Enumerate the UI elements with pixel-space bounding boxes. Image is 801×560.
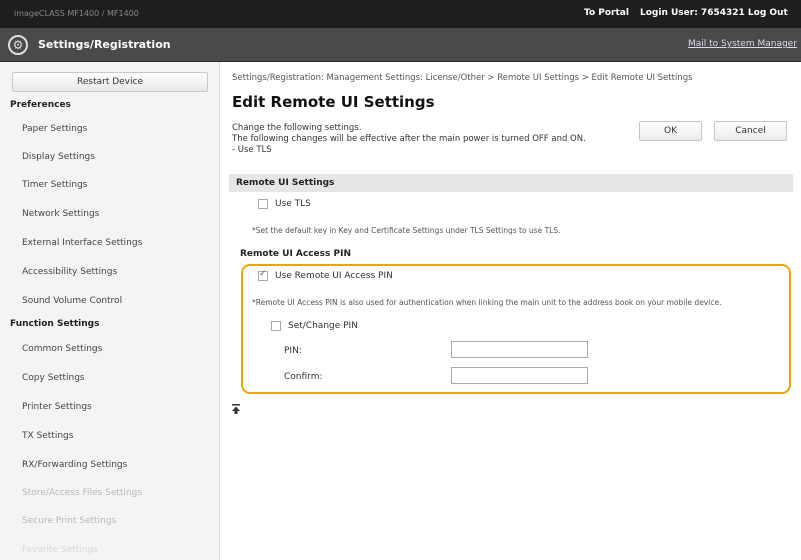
sidebar-item-display-settings[interactable]: Display Settings [22,152,95,162]
sidebar-item-paper-settings[interactable]: Paper Settings [22,124,87,134]
description-line: Change the following settings. [232,123,362,133]
sidebar-item-external-interface-settings[interactable]: External Interface Settings [22,238,142,248]
sidebar-item-accessibility-settings[interactable]: Accessibility Settings [22,267,117,277]
confirm-label: Confirm: [284,372,323,382]
page-title: Edit Remote UI Settings [232,93,435,111]
set-change-pin-checkbox[interactable] [271,321,281,331]
sidebar-item-secure-print-settings[interactable]: Secure Print Settings [22,516,116,526]
sidebar-item-tx-settings[interactable]: TX Settings [22,431,73,441]
device-name: imageCLASS MF1400 / MF1400 [14,9,139,18]
restart-device-button[interactable]: Restart Device [12,72,208,92]
use-remote-ui-access-pin-label: Use Remote UI Access PIN [275,271,393,281]
ok-button[interactable]: OK [639,121,702,141]
pin-note: *Remote UI Access PIN is also used for a… [252,298,722,307]
tls-note: *Set the default key in Key and Certific… [252,226,561,235]
remote-ui-access-pin-heading: Remote UI Access PIN [240,249,351,259]
use-tls-row[interactable]: Use TLS [258,199,311,209]
mail-to-system-manager-link[interactable]: Mail to System Manager [688,39,797,49]
pin-input[interactable] [451,341,588,358]
function-settings-heading: Function Settings [10,319,100,329]
set-change-pin-label: Set/Change PIN [288,321,358,331]
use-tls-checkbox[interactable] [258,199,268,209]
description: Change the following settings. The follo… [232,123,586,156]
pin-label: PIN: [284,346,302,356]
back-to-top-icon[interactable] [232,404,240,414]
sidebar-item-timer-settings[interactable]: Timer Settings [22,180,88,190]
sidebar-item-printer-settings[interactable]: Printer Settings [22,402,92,412]
description-line: - Use TLS [232,145,272,155]
sidebar-item-common-settings[interactable]: Common Settings [22,344,102,354]
use-remote-ui-access-pin-checkbox[interactable] [258,269,268,281]
header-title: Settings/Registration [38,38,171,51]
sidebar: Restart Device Preferences Paper Setting… [0,62,220,560]
preferences-heading: Preferences [10,100,71,110]
sidebar-item-network-settings[interactable]: Network Settings [22,209,99,219]
breadcrumb: Settings/Registration: Management Settin… [232,73,693,83]
use-tls-label: Use TLS [275,199,311,209]
sidebar-item-favorite-settings[interactable]: Favorite Settings [22,545,98,555]
cancel-button[interactable]: Cancel [714,121,787,141]
header-bar: ⚙ Settings/Registration Mail to System M… [0,28,801,62]
use-remote-ui-access-pin-row[interactable]: Use Remote UI Access PIN [258,269,393,281]
description-line: The following changes will be effective … [232,134,586,144]
sidebar-item-sound-volume-control[interactable]: Sound Volume Control [22,296,122,306]
remote-ui-settings-section-title: Remote UI Settings [229,174,793,192]
set-change-pin-row[interactable]: Set/Change PIN [271,321,358,331]
login-user-info[interactable]: Login User: 7654321 Log Out [640,8,788,18]
sidebar-item-copy-settings[interactable]: Copy Settings [22,373,85,383]
top-bar: imageCLASS MF1400 / MF1400 To Portal Log… [0,0,801,28]
sidebar-item-rx-forwarding-settings[interactable]: RX/Forwarding Settings [22,460,127,470]
settings-logo-icon: ⚙ [8,35,28,55]
sidebar-item-store-access-files-settings[interactable]: Store/Access Files Settings [22,488,142,498]
confirm-pin-input[interactable] [451,367,588,384]
to-portal-link[interactable]: To Portal [584,8,629,18]
